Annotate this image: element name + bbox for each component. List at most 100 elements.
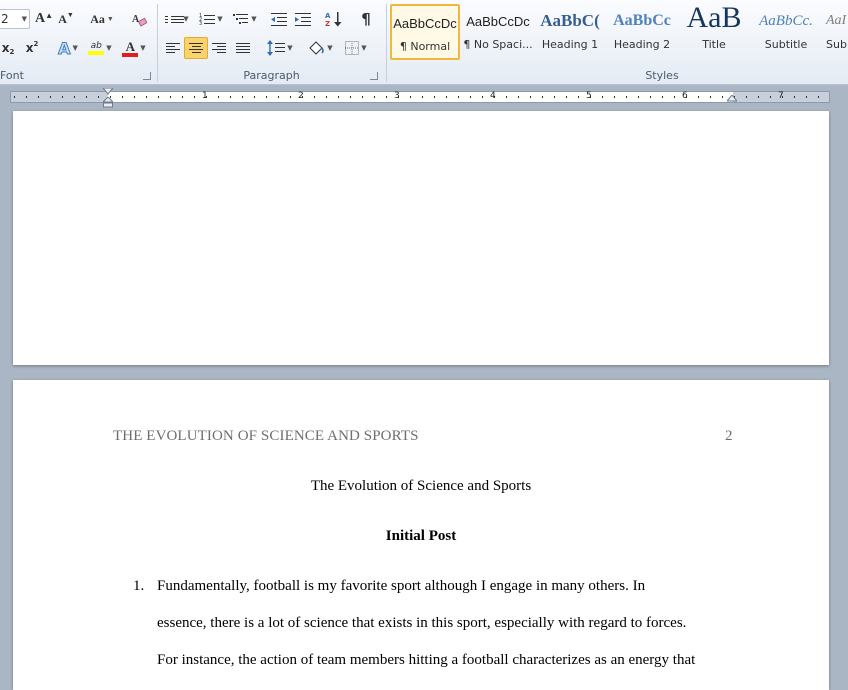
- ruler-tick: [662, 96, 663, 98]
- first-line-indent-marker[interactable]: [103, 88, 113, 96]
- hanging-indent-marker[interactable]: [103, 97, 113, 108]
- ruler-tick: [542, 96, 543, 98]
- align-left-icon: [166, 43, 180, 53]
- chevron-down-icon: ▼: [140, 44, 146, 52]
- shrink-font-button[interactable]: A ▼: [56, 9, 76, 29]
- style-name: ¶ Normal: [399, 40, 451, 53]
- svg-text:3: 3: [199, 21, 202, 26]
- bullets-icon: [165, 15, 185, 23]
- style-preview: AaBbC(: [540, 11, 600, 30]
- style-subtitle[interactable]: AaBbCc. Subtitle: [751, 4, 821, 60]
- align-left-button[interactable]: [162, 38, 184, 58]
- style-title[interactable]: AaB Title: [679, 4, 749, 60]
- ruler-number: 1: [202, 91, 208, 101]
- style-subtle-emphasis[interactable]: AaI Sub: [823, 4, 848, 60]
- font-size-box[interactable]: 2 ▼: [0, 9, 30, 29]
- ruler-number: 6: [682, 91, 688, 101]
- ruler-tick: [230, 96, 231, 98]
- borders-button[interactable]: ▼: [340, 38, 372, 58]
- ruler-tick: [338, 96, 339, 98]
- ruler-tick: [122, 96, 123, 98]
- style-name: Heading 2: [613, 38, 671, 51]
- ruler-tick: [158, 96, 159, 98]
- align-right-button[interactable]: [208, 38, 230, 58]
- highlight-button[interactable]: ab ▼: [84, 38, 116, 58]
- ruler-tick: [194, 96, 195, 98]
- ruler-tick: [758, 96, 759, 98]
- grow-font-button[interactable]: A ▲: [34, 9, 54, 29]
- ruler-tick: [710, 96, 711, 98]
- document-page-2[interactable]: THE EVOLUTION OF SCIENCE AND SPORTS 2 Th…: [13, 380, 829, 690]
- ruler-tick: [626, 96, 627, 98]
- paragraph-line: Fundamentally, football is my favorite s…: [157, 578, 646, 594]
- ruler-tick: [638, 96, 639, 98]
- increase-indent-icon: [295, 13, 311, 26]
- svg-text:Z: Z: [325, 20, 330, 27]
- ruler-tick: [806, 96, 807, 98]
- text-effects-button[interactable]: A ▼: [54, 38, 82, 58]
- ruler-tick: [470, 96, 471, 98]
- justify-button[interactable]: [232, 38, 254, 58]
- sort-button[interactable]: AZ: [322, 9, 346, 29]
- font-color-button[interactable]: A ▼: [118, 38, 150, 58]
- multilevel-list-button[interactable]: ▼: [230, 9, 260, 29]
- paragraph-dialog-launcher[interactable]: [370, 72, 378, 80]
- superscript-icon: x: [25, 41, 34, 55]
- line-spacing-button[interactable]: ▼: [264, 38, 296, 58]
- chevron-down-icon: ▼: [217, 15, 223, 23]
- ruler-tick: [182, 96, 183, 98]
- ruler-tick: [218, 96, 219, 98]
- right-indent-marker[interactable]: [727, 95, 737, 103]
- numbering-button[interactable]: 1 2 3 ▼: [196, 9, 226, 29]
- style-name: Subtitle: [764, 38, 808, 51]
- grow-font-icon: A: [34, 11, 46, 26]
- horizontal-ruler[interactable]: 1 2 3 4 5 6 7: [0, 88, 848, 108]
- ruler-tick: [290, 96, 291, 98]
- shrink-font-icon: A: [58, 11, 67, 26]
- style-heading-2[interactable]: AaBbCc Heading 2: [607, 4, 677, 60]
- align-right-icon: [212, 43, 226, 53]
- style-normal[interactable]: AaBbCcDc ¶ Normal: [390, 4, 460, 60]
- style-heading-1[interactable]: AaBbC( Heading 1: [535, 4, 605, 60]
- ruler-tick: [146, 96, 147, 98]
- change-case-button[interactable]: Aa ▼: [88, 9, 116, 29]
- document-page-1[interactable]: [13, 111, 829, 365]
- ruler-number: 4: [490, 91, 496, 101]
- font-dialog-launcher[interactable]: [143, 72, 151, 80]
- justify-icon: [236, 43, 250, 53]
- ruler-tick: [86, 96, 87, 98]
- decrease-indent-icon: [271, 13, 287, 26]
- ruler-tick: [518, 96, 519, 98]
- page-number: 2: [725, 428, 733, 444]
- font-group: 2 ▼ A ▲ A ▼ Aa ▼ A x2 x2 A ▼ ab ▼ A ▼ Fo…: [0, 0, 155, 84]
- running-header-title: THE EVOLUTION OF SCIENCE AND SPORTS: [113, 428, 419, 444]
- align-center-button[interactable]: [184, 37, 208, 59]
- bullets-button[interactable]: ▼: [162, 9, 192, 29]
- increase-indent-button[interactable]: [292, 9, 314, 29]
- ruler-tick: [554, 96, 555, 98]
- styles-gallery: AaBbCcDc ¶ Normal AaBbCcDc ¶ No Spaci...…: [389, 2, 848, 64]
- font-size-value: 2: [1, 12, 9, 26]
- chevron-down-icon: ▼: [21, 15, 27, 23]
- paragraph-group-label: Paragraph: [243, 69, 300, 82]
- clear-formatting-button[interactable]: A: [128, 9, 150, 29]
- document-title: The Evolution of Science and Sports: [310, 478, 532, 494]
- subscript-button[interactable]: x2: [0, 38, 18, 58]
- paragraph-line: For instance, the action of team members…: [157, 652, 696, 668]
- clear-formatting-icon: A: [132, 14, 147, 27]
- ruler-tick: [818, 96, 819, 98]
- sort-az-icon: AZ: [325, 12, 342, 27]
- show-formatting-marks-button[interactable]: ¶: [356, 9, 376, 29]
- ruler-tick: [170, 96, 171, 98]
- ribbon: 2 ▼ A ▲ A ▼ Aa ▼ A x2 x2 A ▼ ab ▼ A ▼ Fo…: [0, 0, 848, 85]
- ruler-tick: [482, 96, 483, 98]
- superscript-button[interactable]: x2: [22, 38, 42, 58]
- ruler-tick: [266, 96, 267, 98]
- decrease-indent-button[interactable]: [268, 9, 290, 29]
- ruler-number: 2: [298, 91, 304, 101]
- chevron-down-icon: ▼: [361, 44, 367, 52]
- ruler-tick: [278, 96, 279, 98]
- shading-button[interactable]: ▼: [304, 38, 336, 58]
- style-no-spacing[interactable]: AaBbCcDc ¶ No Spaci...: [463, 4, 533, 60]
- style-name: ¶ No Spaci...: [463, 38, 533, 51]
